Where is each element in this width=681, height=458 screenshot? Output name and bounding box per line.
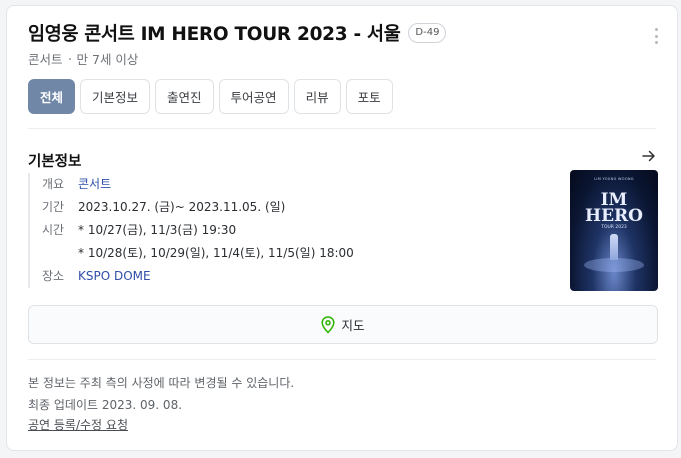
poster-top-text: LIM YOUNG WOONG <box>594 177 634 181</box>
poster-tour-text: TOUR 2023 <box>601 225 627 230</box>
notice-text: 본 정보는 주최 측의 사정에 따라 변경될 수 있습니다. 최종 업데이트 2… <box>28 372 294 416</box>
tab-all[interactable]: 전체 <box>28 79 76 114</box>
poster-figure <box>610 234 618 260</box>
more-options-icon[interactable] <box>655 28 659 44</box>
tab-cast[interactable]: 출연진 <box>155 79 214 114</box>
venue-link[interactable]: KSPO DOME <box>78 265 151 288</box>
time-line-1: * 10/27(금), 11/3(금) 19:30 <box>78 223 237 237</box>
period-value: 2023.10.27. (금)~ 2023.11.05. (일) <box>78 200 286 214</box>
separator-dot <box>68 57 71 60</box>
venue-label: 장소 <box>42 269 65 283</box>
map-button[interactable]: 지도 <box>28 305 658 344</box>
tab-tour[interactable]: 투어공연 <box>218 79 289 114</box>
map-pin-icon <box>321 315 336 334</box>
poster-stage-glow <box>584 258 644 272</box>
info-row-venue: 장소 KSPO DOME <box>42 265 548 288</box>
page-title: 임영웅 콘서트 IM HERO TOUR 2023 - 서울 <box>28 24 401 45</box>
map-button-label: 지도 <box>341 318 365 333</box>
arrow-right-icon[interactable] <box>641 148 657 164</box>
tab-reviews[interactable]: 리뷰 <box>293 79 341 114</box>
tab-bar: 전체 기본정보 출연진 투어공연 리뷰 포토 <box>28 79 393 114</box>
time-values: * 10/27(금), 11/3(금) 19:30 * 10/28(토), 10… <box>78 219 354 265</box>
last-updated: 최종 업데이트 2023. 09. 08. <box>28 398 183 412</box>
performance-info-card: 임영웅 콘서트 IM HERO TOUR 2023 - 서울 D-49 콘서트 … <box>6 5 678 451</box>
notice-line: 본 정보는 주최 측의 사정에 따라 변경될 수 있습니다. <box>28 376 295 390</box>
info-row-time: 시간 * 10/27(금), 11/3(금) 19:30 * 10/28(토),… <box>42 219 548 265</box>
category-label: 콘서트 <box>28 52 63 67</box>
time-line-2: * 10/28(토), 10/29(일), 11/4(토), 11/5(일) 1… <box>78 246 354 260</box>
info-list: 개요 콘서트 기간 2023.10.27. (금)~ 2023.11.05. (… <box>28 173 548 288</box>
tab-basic-info[interactable]: 기본정보 <box>80 79 151 114</box>
overview-link[interactable]: 콘서트 <box>78 173 111 196</box>
age-limit-label: 만 7세 이상 <box>76 52 139 67</box>
poster-image[interactable]: LIM YOUNG WOONG IM HERO TOUR 2023 <box>570 170 658 291</box>
time-label: 시간 <box>42 223 65 237</box>
divider <box>28 128 656 129</box>
info-row-period: 기간 2023.10.27. (금)~ 2023.11.05. (일) <box>42 196 548 219</box>
section-title-basic-info[interactable]: 기본정보 <box>28 150 81 171</box>
period-label: 기간 <box>42 200 65 214</box>
title-row: 임영웅 콘서트 IM HERO TOUR 2023 - 서울 D-49 <box>28 20 447 46</box>
divider <box>28 359 656 360</box>
dday-badge: D-49 <box>408 23 447 43</box>
tab-photos[interactable]: 포토 <box>345 79 393 114</box>
subtitle: 콘서트 만 7세 이상 <box>28 49 138 68</box>
info-row-overview: 개요 콘서트 <box>42 173 548 196</box>
poster-title: IM HERO <box>585 190 643 226</box>
report-edit-link[interactable]: 공연 등록/수정 요청 <box>28 416 128 434</box>
overview-label: 개요 <box>42 177 65 191</box>
